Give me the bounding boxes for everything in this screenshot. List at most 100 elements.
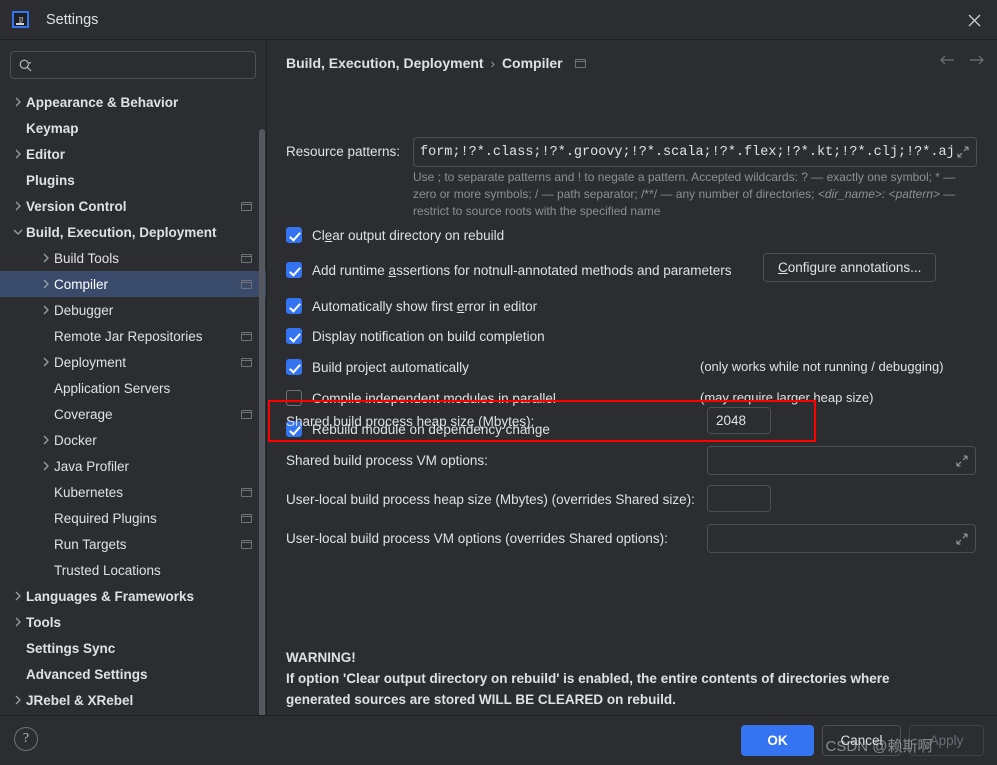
arrow-left-icon[interactable] — [939, 54, 955, 66]
resource-patterns-input[interactable] — [420, 139, 956, 165]
warning-line-1: If option 'Clear output directory on reb… — [286, 671, 890, 686]
chevron-right-icon — [38, 305, 54, 315]
resource-patterns-field[interactable] — [413, 137, 977, 167]
warning-line-2: generated sources are stored WILL BE CLE… — [286, 692, 676, 707]
breadcrumb-parent[interactable]: Build, Execution, Deployment — [286, 55, 484, 71]
checkbox-clear-output-directory-on-rebuild[interactable]: Clear output directory on rebuild — [286, 225, 504, 245]
field-wrapper-user-local-build-process-vm-options-overrides-shared[interactable] — [707, 524, 976, 553]
sidebar-item-label: Deployment — [54, 354, 127, 370]
sidebar-scrollbar[interactable] — [259, 129, 265, 715]
sidebar-item-debugger[interactable]: Debugger — [0, 297, 266, 323]
checkbox-indicator[interactable] — [286, 328, 302, 344]
checkbox-label: Display notification on build completion — [312, 329, 545, 344]
project-scope-icon — [241, 279, 252, 289]
configure-annotations-label: onfigure annotations... — [787, 260, 922, 275]
hint-line-2a: or more symbols; / — path separator; /**… — [439, 187, 818, 201]
checkbox-display-notification-on-build-completion[interactable]: Display notification on build completion — [286, 326, 545, 346]
sidebar-item-settings-sync[interactable]: Settings Sync — [0, 635, 266, 661]
resource-patterns-hint: Use ; to separate patterns and ! to nega… — [413, 169, 975, 220]
checkbox-label-pre: Cl — [312, 227, 325, 243]
sidebar-item-java-profiler[interactable]: Java Profiler — [0, 453, 266, 479]
project-scope-icon — [241, 253, 252, 263]
sidebar-item-label: Required Plugins — [54, 510, 157, 526]
chevron-right-icon — [10, 617, 26, 627]
sidebar-item-tools[interactable]: Tools — [0, 609, 266, 635]
field-input-shared-build-process-heap-size-mbytes[interactable] — [707, 407, 771, 434]
sidebar-item-run-targets[interactable]: Run Targets — [0, 531, 266, 557]
configure-annotations-mnemonic: C — [778, 260, 788, 275]
sidebar-item-advanced-settings[interactable]: Advanced Settings — [0, 661, 266, 687]
field-label-shared-build-process-heap-size-mbytes: Shared build process heap size (Mbytes): — [286, 414, 535, 429]
sidebar-item-label: Run Targets — [54, 536, 127, 552]
sidebar-item-label: Appearance & Behavior — [26, 94, 179, 110]
checkbox-build-project-automatically[interactable]: Build project automatically — [286, 357, 469, 377]
checkbox-indicator[interactable] — [286, 359, 302, 375]
checkbox-label-pre: Compile independent modules in parallel — [312, 390, 556, 406]
hint-line-2b: <dir_name>: <pattern> — [817, 187, 940, 201]
checkbox-compile-independent-modules-in-parallel[interactable]: Compile independent modules in parallel — [286, 388, 556, 408]
checkbox-label-post: ar output directory on rebuild — [332, 227, 505, 243]
sidebar-item-deployment[interactable]: Deployment — [0, 349, 266, 375]
sidebar-item-label: Editor — [26, 146, 65, 162]
cancel-button[interactable]: Cancel — [822, 725, 901, 756]
close-icon[interactable] — [951, 0, 997, 40]
sidebar-item-appearance-behavior[interactable]: Appearance & Behavior — [0, 89, 266, 115]
configure-annotations-button[interactable]: Configure annotations... — [763, 253, 937, 282]
window-title: Settings — [46, 11, 99, 28]
field-wrapper-shared-build-process-vm-options[interactable] — [707, 446, 976, 475]
sidebar-item-label: Tools — [26, 614, 61, 630]
sidebar-item-keymap[interactable]: Keymap — [0, 115, 266, 141]
checkbox-add-runtime-assertions-for-notnull-annotated-met[interactable]: Add runtime assertions for notnull-annot… — [286, 260, 732, 280]
sidebar-item-languages-frameworks[interactable]: Languages & Frameworks — [0, 583, 266, 609]
settings-sidebar: Appearance & Behavior Keymap Editor Plugins… — [0, 41, 266, 715]
project-scope-icon — [241, 357, 252, 367]
chevron-right-icon — [10, 149, 26, 159]
sidebar-item-editor[interactable]: Editor — [0, 141, 266, 167]
project-scope-icon — [241, 331, 252, 341]
sidebar-item-application-servers[interactable]: Application Servers — [0, 375, 266, 401]
field-input-user-local-build-process-heap-size-mbytes-overrides-[interactable] — [707, 485, 771, 512]
checkbox-side-note: (only works while not running / debuggin… — [700, 359, 944, 374]
sidebar-item-plugins[interactable]: Plugins — [0, 167, 266, 193]
help-icon[interactable]: ? — [14, 727, 38, 751]
project-scope-icon — [241, 513, 252, 523]
sidebar-item-trusted-locations[interactable]: Trusted Locations — [0, 557, 266, 583]
sidebar-item-kubernetes[interactable]: Kubernetes — [0, 479, 266, 505]
sidebar-item-label: Docker — [54, 432, 97, 448]
checkbox-indicator[interactable] — [286, 227, 302, 243]
sidebar-item-remote-jar-repositories[interactable]: Remote Jar Repositories — [0, 323, 266, 349]
checkbox-indicator[interactable] — [286, 262, 302, 278]
checkbox-label: Add runtime assertions for notnull-annot… — [312, 263, 732, 278]
search-box[interactable] — [10, 51, 256, 79]
sidebar-item-jrebel-xrebel[interactable]: JRebel & XRebel — [0, 687, 266, 713]
sidebar-item-label: Debugger — [54, 302, 114, 318]
sidebar-item-build-execution-deployment[interactable]: Build, Execution, Deployment — [0, 219, 266, 245]
sidebar-item-coverage[interactable]: Coverage — [0, 401, 266, 427]
settings-tree: Appearance & Behavior Keymap Editor Plugins… — [0, 89, 266, 709]
field-input-user-local-build-process-vm-options-overrides-shared[interactable] — [714, 526, 955, 551]
checkbox-label-pre: Display notification on build completion — [312, 328, 545, 344]
checkbox-label-pre: Add runtime — [312, 262, 389, 278]
checkbox-label: Automatically show first error in editor — [312, 299, 537, 314]
sidebar-item-compiler[interactable]: Compiler — [0, 271, 266, 297]
field-label-shared-build-process-vm-options: Shared build process VM options: — [286, 453, 488, 468]
ok-button[interactable]: OK — [741, 725, 814, 756]
arrow-right-icon[interactable] — [969, 54, 985, 66]
expand-icon[interactable] — [956, 145, 970, 159]
chevron-right-icon — [38, 279, 54, 289]
sidebar-item-required-plugins[interactable]: Required Plugins — [0, 505, 266, 531]
checkbox-automatically-show-first-error-in-editor[interactable]: Automatically show first error in editor — [286, 296, 537, 316]
expand-icon[interactable] — [955, 532, 969, 546]
sidebar-item-build-tools[interactable]: Build Tools — [0, 245, 266, 271]
field-input-shared-build-process-vm-options[interactable] — [714, 448, 955, 473]
sidebar-item-docker[interactable]: Docker — [0, 427, 266, 453]
chevron-right-icon — [38, 461, 54, 471]
checkbox-label: Build project automatically — [312, 360, 469, 375]
sidebar-item-version-control[interactable]: Version Control — [0, 193, 266, 219]
sidebar-item-label: Build Tools — [54, 250, 120, 266]
expand-icon[interactable] — [955, 454, 969, 468]
checkbox-indicator[interactable] — [286, 390, 302, 406]
checkbox-indicator[interactable] — [286, 298, 302, 314]
search-input[interactable] — [37, 53, 247, 77]
chevron-down-icon — [10, 228, 26, 236]
